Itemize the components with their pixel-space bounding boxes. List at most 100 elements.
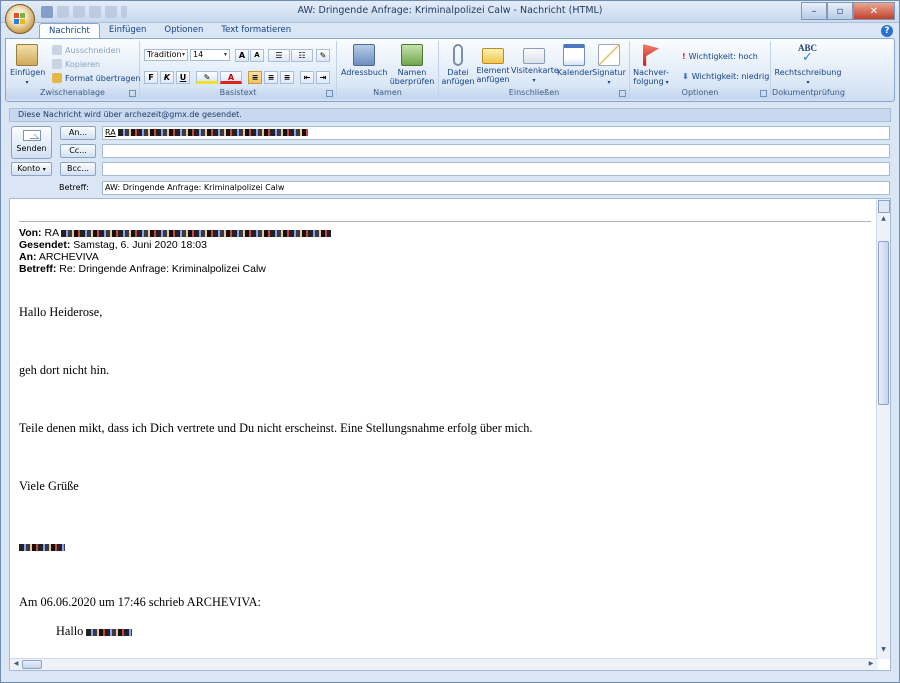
title-bar: AW: Dringende Anfrage: Kriminalpolizei C… bbox=[1, 1, 899, 23]
customize-qat-icon[interactable] bbox=[121, 6, 127, 18]
account-button[interactable]: Konto ▾ bbox=[11, 162, 52, 176]
maximize-button[interactable]: ▫ bbox=[827, 2, 853, 20]
italic-button[interactable]: K bbox=[160, 71, 174, 84]
tab-text-formatieren[interactable]: Text formatieren bbox=[212, 23, 300, 39]
body-line-2: Teile denen mikt, dass ich Dich vertrete… bbox=[19, 421, 533, 435]
quoted-from-line: Von: RA bbox=[19, 227, 332, 239]
save-icon[interactable] bbox=[41, 6, 53, 18]
spelling-button[interactable]: ABC ✓ Rechtschreibung ▾ bbox=[773, 44, 843, 87]
minimize-button[interactable]: – bbox=[801, 2, 827, 20]
dialog-launcher-icon[interactable] bbox=[760, 90, 767, 97]
brush-icon bbox=[52, 73, 62, 83]
message-body[interactable]: Von: RA Gesendet: Samstag, 6. Juni 2020 … bbox=[9, 198, 891, 671]
bcc-field[interactable] bbox=[102, 162, 890, 176]
numbering-button[interactable]: ☷ bbox=[291, 49, 313, 62]
font-size-combo[interactable]: 14 ▾ bbox=[190, 49, 230, 61]
quoted-to-line: An: ARCHEVIVA bbox=[19, 251, 99, 263]
arrow-down-icon: ⬇ bbox=[682, 72, 689, 81]
align-left-button[interactable]: ≡ bbox=[248, 71, 262, 84]
decrease-indent-button[interactable]: ⇤ bbox=[300, 71, 314, 84]
bold-button[interactable]: F bbox=[144, 71, 158, 84]
check-names-button[interactable]: Namen überprüfen bbox=[389, 44, 435, 86]
address-book-icon bbox=[353, 44, 375, 66]
horizontal-scrollbar[interactable]: ◀ ▶ bbox=[10, 658, 878, 670]
copy-icon bbox=[52, 59, 62, 69]
send-button[interactable]: Senden bbox=[11, 126, 52, 159]
dialog-launcher-icon[interactable] bbox=[619, 90, 626, 97]
scroll-right-icon[interactable]: ▶ bbox=[866, 660, 876, 670]
group-clipboard: Einfügen ▾ Ausschneiden Kopieren Format ü… bbox=[6, 41, 141, 99]
undo-icon[interactable] bbox=[57, 6, 69, 18]
vertical-scrollbar[interactable]: ▲ ▼ bbox=[876, 199, 890, 659]
importance-low-button[interactable]: ⬇ Wichtigkeit: niedrig bbox=[682, 72, 769, 81]
paste-button[interactable]: Einfügen ▾ bbox=[10, 44, 45, 87]
bcc-button[interactable]: Bcc... bbox=[60, 162, 96, 176]
cut-button[interactable]: Ausschneiden bbox=[52, 45, 121, 55]
highlight-button[interactable]: ✎ bbox=[196, 71, 218, 84]
follow-up-button[interactable]: Nachver- folgung ▾ bbox=[632, 44, 670, 87]
bullets-button[interactable]: ☰ bbox=[268, 49, 290, 62]
window-title: AW: Dringende Anfrage: Kriminalpolizei C… bbox=[297, 5, 603, 16]
check-names-icon bbox=[401, 44, 423, 66]
signature-button[interactable]: Signatur ▾ bbox=[591, 44, 627, 87]
business-card-button[interactable]: Visitenkarte ▾ bbox=[511, 44, 559, 85]
cc-field[interactable] bbox=[102, 144, 890, 158]
group-include: Datei anfügen Element anfügen Visitenkar… bbox=[439, 41, 630, 99]
group-label-options: Optionen bbox=[630, 88, 770, 99]
arrow-down-icon[interactable] bbox=[105, 6, 117, 18]
message-content[interactable]: Von: RA Gesendet: Samstag, 6. Juni 2020 … bbox=[19, 199, 871, 659]
underline-button[interactable]: U bbox=[176, 71, 190, 84]
tab-optionen[interactable]: Optionen bbox=[155, 23, 212, 39]
greeting-text: Hallo Heiderose, bbox=[19, 305, 103, 319]
spellcheck-icon: ABC ✓ bbox=[798, 43, 818, 65]
quoted-greeting: Hallo bbox=[56, 624, 133, 639]
importance-high-button[interactable]: ! Wichtigkeit: hoch bbox=[682, 52, 758, 61]
tab-nachricht[interactable]: Nachricht bbox=[39, 23, 100, 39]
align-right-button[interactable]: ≡ bbox=[280, 71, 294, 84]
scroll-left-icon[interactable]: ◀ bbox=[11, 660, 21, 670]
group-label-include: Einschließen bbox=[439, 88, 629, 99]
group-options: Nachver- folgung ▾ ! Wichtigkeit: hoch ⬇… bbox=[630, 41, 771, 99]
quote-intro-text: Am 06.06.2020 um 17:46 schrieb ARCHEVIVA… bbox=[19, 595, 261, 609]
address-book-button[interactable]: Adressbuch bbox=[341, 44, 387, 77]
grow-font-button[interactable]: A bbox=[235, 49, 249, 62]
arrow-up-icon[interactable] bbox=[89, 6, 101, 18]
quoted-sent-line: Gesendet: Samstag, 6. Juni 2020 18:03 bbox=[19, 239, 207, 251]
align-center-button[interactable]: ≡ bbox=[264, 71, 278, 84]
shrink-font-button[interactable]: A bbox=[250, 49, 264, 62]
group-label-names: Namen bbox=[337, 88, 438, 99]
scroll-up-icon[interactable]: ▲ bbox=[878, 215, 889, 226]
dialog-launcher-icon[interactable] bbox=[326, 90, 333, 97]
cc-button[interactable]: Cc... bbox=[60, 144, 96, 158]
subject-field[interactable]: AW: Dringende Anfrage: Kriminalpolizei C… bbox=[102, 181, 890, 195]
group-label-proofing: Dokumentprüfung bbox=[771, 88, 846, 99]
format-painter-button[interactable]: Format übertragen bbox=[52, 73, 141, 83]
font-name-combo[interactable]: Tradition ▾ bbox=[144, 49, 188, 61]
font-color-button[interactable]: A bbox=[220, 71, 242, 84]
calendar-button[interactable]: Kalender bbox=[557, 44, 593, 77]
group-names: Adressbuch Namen überprüfen Namen bbox=[337, 41, 439, 99]
group-label-clipboard: Zwischenablage bbox=[6, 88, 139, 99]
redo-icon[interactable] bbox=[73, 6, 85, 18]
subject-label: Betreff: bbox=[59, 183, 89, 192]
increase-indent-button[interactable]: ⇥ bbox=[316, 71, 330, 84]
to-button[interactable]: An... bbox=[60, 126, 96, 140]
copy-button[interactable]: Kopieren bbox=[52, 59, 100, 69]
tab-einfuegen[interactable]: Einfügen bbox=[100, 23, 156, 39]
close-button[interactable]: ✕ bbox=[853, 2, 895, 20]
closing-text: Viele Grüße bbox=[19, 479, 79, 493]
quick-access-toolbar bbox=[41, 5, 127, 19]
vertical-scroll-thumb[interactable] bbox=[878, 241, 889, 405]
redacted-sender bbox=[61, 229, 332, 237]
horizontal-scroll-thumb[interactable] bbox=[22, 660, 42, 669]
help-icon[interactable]: ? bbox=[881, 25, 893, 37]
attach-file-button[interactable]: Datei anfügen bbox=[441, 44, 475, 86]
clear-formatting-button[interactable]: ✎ bbox=[316, 49, 330, 62]
to-field[interactable]: RA bbox=[102, 126, 890, 140]
ruler-toggle-icon[interactable] bbox=[878, 200, 890, 213]
attach-item-button[interactable]: Element anfügen bbox=[475, 44, 511, 84]
to-value: RA bbox=[105, 128, 116, 137]
dialog-launcher-icon[interactable] bbox=[129, 90, 136, 97]
scroll-down-icon[interactable]: ▼ bbox=[878, 646, 889, 657]
office-button[interactable] bbox=[5, 4, 35, 34]
